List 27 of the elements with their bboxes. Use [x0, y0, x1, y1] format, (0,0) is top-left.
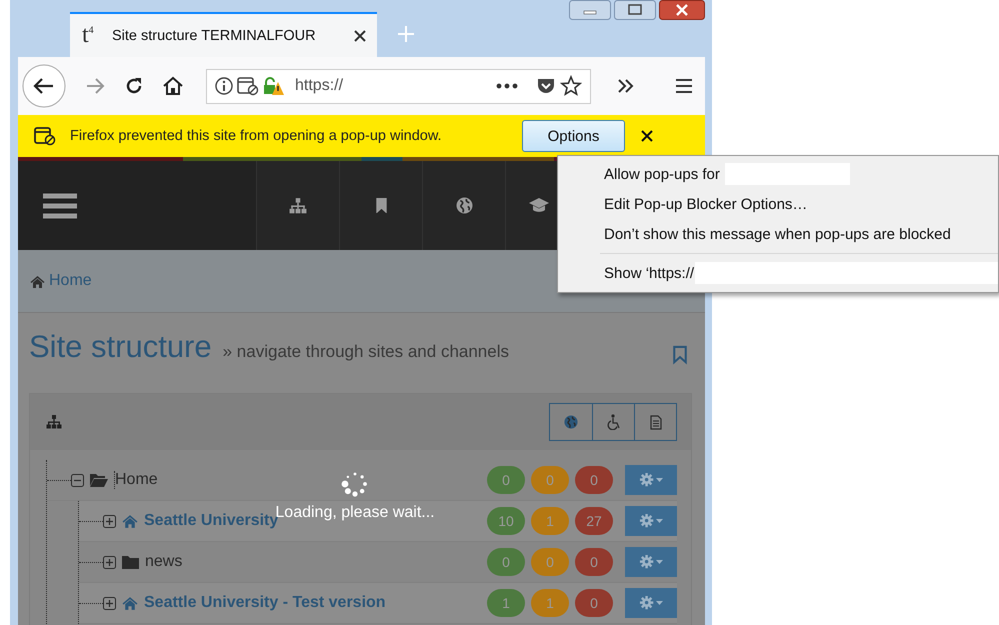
count-badge: 27: [575, 507, 613, 535]
count-badge: 0: [575, 548, 613, 576]
count-badge: 10: [487, 507, 525, 535]
count-badge: 1: [531, 589, 569, 617]
menu-item[interactable]: Don’t show this message when pop-ups are blocked: [558, 219, 998, 249]
count-badge: 1: [487, 589, 525, 617]
count-badge: 0: [531, 548, 569, 576]
tab-title: Site structure TERMINALFOUR: [112, 28, 317, 44]
url-text: https://: [295, 77, 344, 95]
notice-message: Firefox prevented this site from opening a pop-up window.: [70, 128, 443, 144]
favicon-logo: t$^{4}$: [82, 22, 95, 49]
count-badge: 1: [531, 507, 569, 535]
options-button[interactable]: Options: [522, 120, 625, 152]
count-badge: 0: [575, 466, 613, 494]
browser-tab[interactable]: t$^{4}$ Site structure TERMINALFOUR: [70, 12, 377, 57]
menu-item[interactable]: Show ‘https://: [558, 258, 998, 288]
menu-item[interactable]: Allow pop-ups for: [558, 159, 998, 189]
address-bar[interactable]: https://: [206, 68, 591, 104]
tree-item-label[interactable]: Home: [114, 471, 158, 489]
count-badge: 0: [487, 548, 525, 576]
count-badge: 0: [487, 466, 525, 494]
page-title: Site structure: [29, 328, 212, 366]
tree-item-label[interactable]: news: [145, 553, 182, 571]
count-badge: 0: [575, 589, 613, 617]
page-subtitle: » navigate through sites and channels: [222, 342, 509, 362]
count-badge: 0: [531, 466, 569, 494]
menu-item[interactable]: Edit Pop-up Blocker Options…: [558, 189, 998, 219]
